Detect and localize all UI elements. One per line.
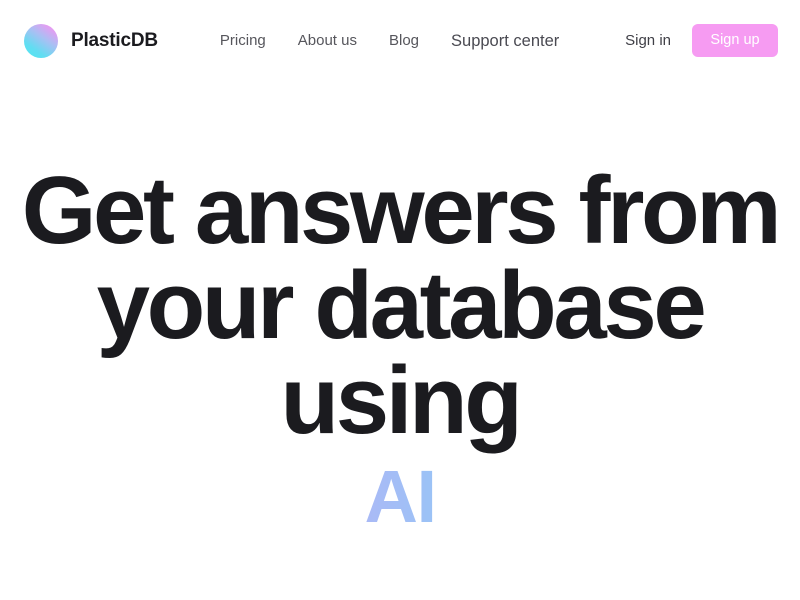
nav-link-blog[interactable]: Blog <box>373 31 435 51</box>
site-header: PlasticDB Pricing About us Blog Support … <box>0 0 800 81</box>
nav-link-about-us[interactable]: About us <box>282 31 373 51</box>
nav-link-support-center[interactable]: Support center <box>435 31 575 51</box>
nav-item-pricing: Pricing <box>204 31 282 51</box>
nav-link-pricing[interactable]: Pricing <box>204 31 282 51</box>
brand-logo-link[interactable]: PlasticDB <box>24 23 158 58</box>
nav-item-blog: Blog <box>373 31 435 51</box>
primary-navigation: Pricing About us Blog Support center <box>204 31 575 51</box>
nav-item-about-us: About us <box>282 31 373 51</box>
page-title: Get answers from your database using AI <box>0 157 800 534</box>
gradient-circle-icon <box>24 23 58 58</box>
hero-title-line-3: using <box>280 347 523 455</box>
hero-section: Get answers from your database using AI <box>0 81 800 534</box>
nav-item-support-center: Support center <box>435 31 575 51</box>
header-actions: Sign in Sign up <box>625 24 778 57</box>
brand-name: PlasticDB <box>71 29 158 51</box>
sign-up-button[interactable]: Sign up <box>692 24 778 57</box>
hero-title-line-2: your database <box>96 252 707 360</box>
sign-in-link[interactable]: Sign in <box>625 31 671 51</box>
hero-title-accent-ai: AI <box>12 460 788 534</box>
hero-title-line-1: Get answers from <box>21 157 782 264</box>
